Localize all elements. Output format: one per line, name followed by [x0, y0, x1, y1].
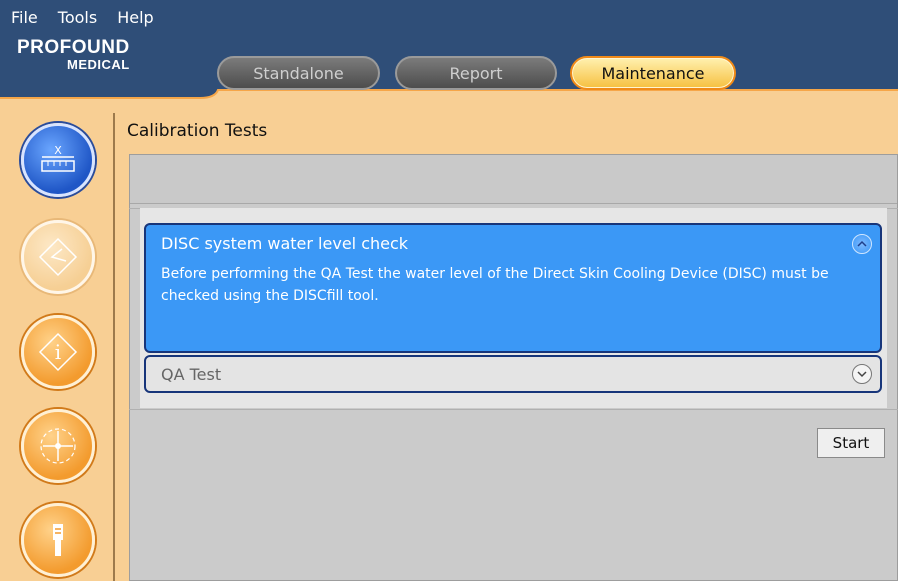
menu-help[interactable]: Help [106, 8, 162, 27]
svg-text:i: i [55, 340, 61, 364]
collapse-button[interactable] [852, 234, 872, 254]
positioning-nav-button[interactable] [21, 409, 95, 483]
page-title: Calibration Tests [127, 121, 268, 141]
start-button[interactable]: Start [817, 428, 885, 458]
tab-report[interactable]: Report [395, 56, 557, 90]
card-title: DISC system water level check [161, 234, 409, 253]
tool-device-icon [53, 524, 63, 556]
logo-line2: MEDICAL [67, 57, 130, 72]
menu-file[interactable]: File [0, 8, 47, 27]
profound-medical-logo: PROFOUND MEDICAL [17, 38, 130, 72]
info-icon: i [38, 332, 78, 372]
card-qa-test[interactable]: QA Test [144, 355, 882, 393]
panel-header [130, 155, 897, 204]
card-disc-water-check[interactable]: DISC system water level check Before per… [144, 223, 882, 353]
calibration-ruler-icon: X [41, 144, 75, 172]
main-content: Calibration Tests DISC system water leve… [115, 113, 898, 581]
info-nav-button[interactable]: i [21, 315, 95, 389]
menu-bar: File Tools Help [0, 0, 163, 34]
calibration-nav-button[interactable]: X [21, 123, 95, 197]
menu-tools[interactable]: Tools [47, 8, 106, 27]
expand-button[interactable] [852, 364, 872, 384]
diamond-arrow-icon [38, 237, 78, 277]
tab-maintenance[interactable]: Maintenance [570, 56, 736, 90]
left-nav-panel: X i [0, 113, 115, 581]
workflow-nav-button[interactable] [21, 220, 95, 294]
tab-standalone[interactable]: Standalone [217, 56, 380, 90]
divider-bottom [129, 409, 898, 410]
logo-line1: PROFOUND [17, 37, 130, 58]
chevron-down-icon [857, 371, 867, 378]
card-body: Before performing the QA Test the water … [161, 266, 829, 304]
tool-nav-button[interactable] [21, 503, 95, 577]
card-title: QA Test [161, 365, 222, 384]
svg-text:X: X [54, 144, 62, 157]
chevron-up-icon [857, 240, 867, 247]
position-crosshair-icon [40, 428, 76, 464]
